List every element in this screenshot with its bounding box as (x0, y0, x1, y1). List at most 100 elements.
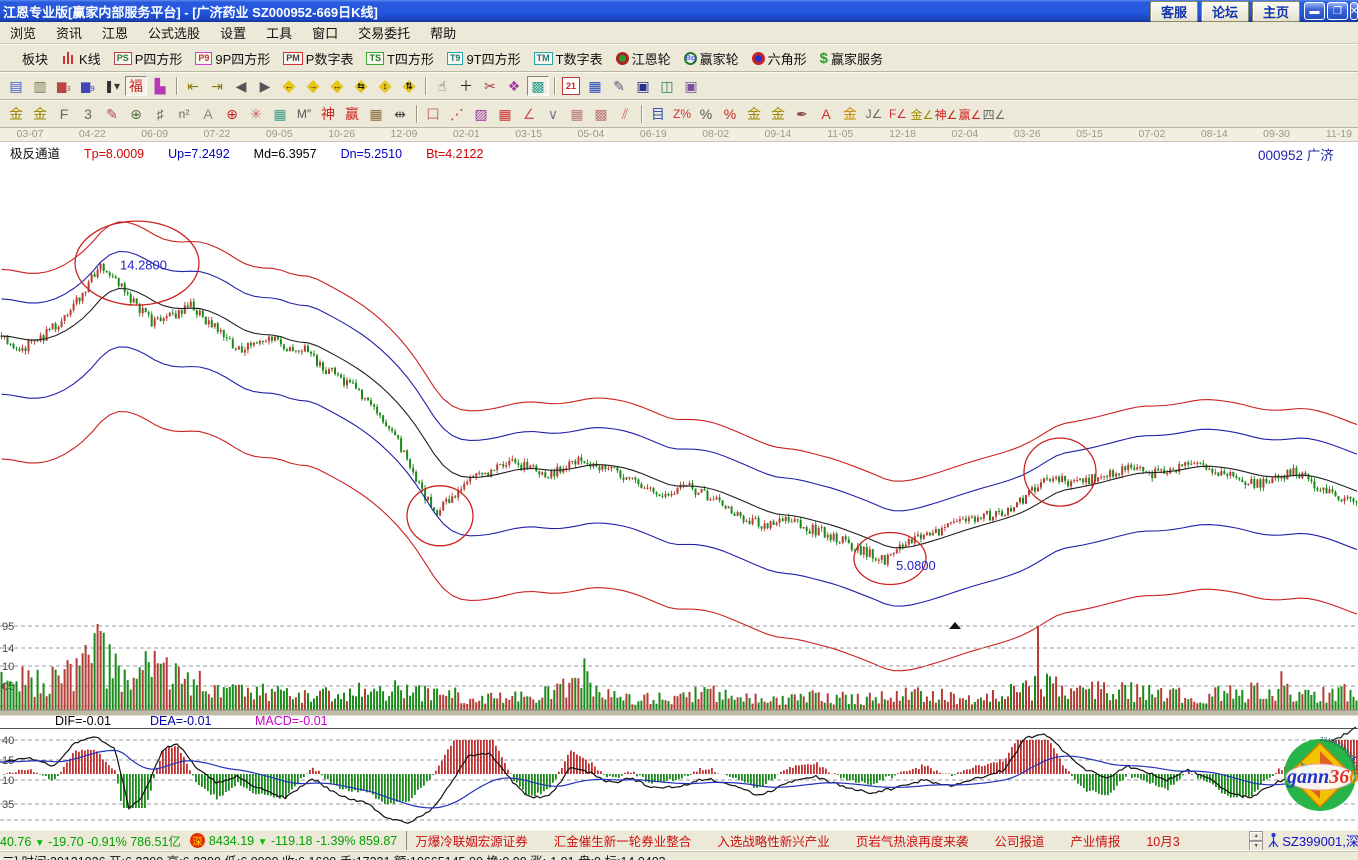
ying-angle-icon[interactable]: 赢∠ (959, 104, 981, 124)
diamond-vexpand-icon[interactable]: ◆↕ (374, 76, 396, 96)
news-item[interactable]: 页岩气热浪再度来袭 (856, 835, 969, 849)
feature-blocks[interactable]: 板块 (4, 49, 48, 68)
three-point-icon[interactable]: 3 (77, 104, 99, 124)
red-grid-icon[interactable]: ▦ (494, 104, 516, 124)
feature-pm[interactable]: PMP数字表 (283, 49, 353, 68)
compass-icon[interactable]: ⊕ (221, 104, 243, 124)
diamond-right-icon[interactable]: ◆→ (302, 76, 324, 96)
square-n2-icon[interactable]: n² (173, 104, 195, 124)
calculator-icon[interactable]: ▦ (584, 76, 606, 96)
menu-7[interactable]: 交易委托 (348, 23, 420, 42)
notebook-icon[interactable]: ✎ (608, 76, 630, 96)
news-item[interactable]: 入选战略性新兴产业 (717, 835, 830, 849)
shen-tool-icon[interactable]: 神 (317, 104, 339, 124)
f-angle-icon[interactable]: F∠ (887, 104, 909, 124)
feature-winner-service[interactable]: $赢家服务 (820, 49, 883, 68)
kline-chart[interactable]: 14.28005.080095141005DIF=-0.01DEA=-0.01M… (0, 142, 1358, 830)
home-button[interactable]: 主页 (1252, 1, 1300, 22)
menu-5[interactable]: 工具 (256, 23, 302, 42)
percent-icon[interactable]: % (695, 104, 717, 124)
gold-square2-icon[interactable]: 金 (29, 104, 51, 124)
hand-tool-icon[interactable]: ☝ (431, 76, 453, 96)
feature-p9[interactable]: P99P四方形 (195, 49, 270, 68)
jump-last-icon[interactable]: ⇥ (206, 76, 228, 96)
news-spinner[interactable]: ▲▼ (1249, 831, 1263, 851)
feature-kline[interactable]: K线 (61, 49, 101, 68)
shaded-box-icon[interactable]: ▨ (470, 104, 492, 124)
number-grid-icon[interactable]: ▦ (365, 104, 387, 124)
measure-icon[interactable]: 目 (647, 104, 669, 124)
check-line-icon[interactable]: ∨ (542, 104, 564, 124)
gold-circle-icon[interactable]: 金 (743, 104, 765, 124)
menu-8[interactable]: 帮助 (420, 23, 466, 42)
prev-page-icon[interactable]: ◀ (230, 76, 252, 96)
menu-1[interactable]: 资讯 (46, 23, 92, 42)
menu-2[interactable]: 江恩 (92, 23, 138, 42)
diamond-hcompress-icon[interactable]: ◆⇆ (350, 76, 372, 96)
fibonacci-icon[interactable]: F (53, 104, 75, 124)
ink-pen-icon[interactable]: ✒ (791, 104, 813, 124)
crosshair-icon[interactable]: ＋ (455, 76, 477, 96)
news-list-icon[interactable]: ▥ (29, 76, 51, 96)
feature-t9[interactable]: T99T四方形 (447, 49, 521, 68)
angle-line-icon[interactable]: ∠ (518, 104, 540, 124)
gold-ratio-icon[interactable]: 金 (839, 104, 861, 124)
gold-square-icon[interactable]: 金 (5, 104, 27, 124)
next-page-icon[interactable]: ▶ (254, 76, 276, 96)
j-angle-icon[interactable]: J∠ (863, 104, 885, 124)
news-item[interactable]: 公司报道 (994, 835, 1044, 849)
feature-tm[interactable]: TMT数字表 (534, 49, 603, 68)
width-adjust-icon[interactable]: ⇹ (389, 104, 411, 124)
gann-flower-icon[interactable]: ❖ (503, 76, 525, 96)
jump-first-icon[interactable]: ⇤ (182, 76, 204, 96)
grid-lines-icon[interactable]: ♯ (149, 104, 171, 124)
percent-red-icon[interactable]: % (719, 104, 741, 124)
news-item[interactable]: 万爆冷联姻宏源证券 (415, 835, 528, 849)
shen-angle-icon[interactable]: 神∠ (935, 104, 957, 124)
parallel-lines-icon[interactable]: ⫽ (614, 104, 636, 124)
feature-ps[interactable]: PSP四方形 (114, 49, 183, 68)
bar-chart3-icon[interactable]: ▆₃ (53, 76, 75, 96)
grid-red-icon[interactable]: ▦ (566, 104, 588, 124)
gold-angle-icon[interactable]: 金∠ (911, 104, 933, 124)
percent-angle-icon[interactable]: Z% (671, 104, 693, 124)
draw-pen-icon[interactable]: ✎ (101, 104, 123, 124)
wave-m-icon[interactable]: M″ (293, 104, 315, 124)
grid-red2-icon[interactable]: ▩ (590, 104, 612, 124)
panel-icon[interactable]: ▤ (5, 76, 27, 96)
wave-pattern-icon[interactable]: ▩ (527, 76, 549, 96)
feature-ts[interactable]: TST四方形 (366, 49, 433, 68)
fan-lines-icon[interactable]: ⋰ (446, 104, 468, 124)
chart-area[interactable]: 极反通道Tp=8.0009Up=7.2492Md=6.3957Dn=5.2510… (0, 142, 1358, 830)
index-link[interactable]: SZ399001,深证成 (1282, 831, 1358, 850)
news-ticker[interactable]: 万爆冷联姻宏源证券 汇金催生新一轮券业整合 入选战略性新兴产业 页岩气热浪再度来袭 公司… (406, 831, 1245, 850)
forum-button[interactable]: 论坛 (1201, 1, 1249, 22)
maximize-button[interactable]: ❐ (1327, 2, 1348, 20)
feature-hexagon[interactable]: 六角形 (752, 49, 807, 68)
menu-0[interactable]: 浏览 (0, 23, 46, 42)
grid-box-icon[interactable]: ▦ (269, 104, 291, 124)
rect-tool-icon[interactable]: 口 (422, 104, 444, 124)
export-chart-icon[interactable]: ◫ (656, 76, 678, 96)
feature-winner-wheel[interactable]: Big赢家轮 (684, 49, 739, 68)
menu-4[interactable]: 设置 (210, 23, 256, 42)
feature-gann-wheel[interactable]: 江恩轮 (616, 49, 671, 68)
ying-tool-icon[interactable]: 赢 (341, 104, 363, 124)
letter-a-red-icon[interactable]: A (815, 104, 837, 124)
news-item[interactable]: 汇金催生新一轮券业整合 (554, 835, 692, 849)
diamond-vcompress-icon[interactable]: ◆⇅ (398, 76, 420, 96)
gold-line-icon[interactable]: 金 (767, 104, 789, 124)
pattern-fu-icon[interactable]: 福 (125, 76, 147, 96)
service-button[interactable]: 客服 (1150, 1, 1198, 22)
text-label-icon[interactable]: A (197, 104, 219, 124)
color-histogram-icon[interactable]: ▙ (149, 76, 171, 96)
gann-circle-icon[interactable]: ⊕ (125, 104, 147, 124)
bar-chart9-icon[interactable]: ▆₉ (77, 76, 99, 96)
minimize-button[interactable]: ▬ (1304, 2, 1325, 20)
save-icon[interactable]: ▣ (632, 76, 654, 96)
four-angle-icon[interactable]: 四∠ (983, 104, 1005, 124)
diamond-left-icon[interactable]: ◆← (278, 76, 300, 96)
news-item[interactable]: 10月3 (1146, 835, 1179, 849)
calendar-icon[interactable]: 21 (560, 76, 582, 96)
candle-style-icon[interactable]: ❚▾ (101, 76, 123, 96)
